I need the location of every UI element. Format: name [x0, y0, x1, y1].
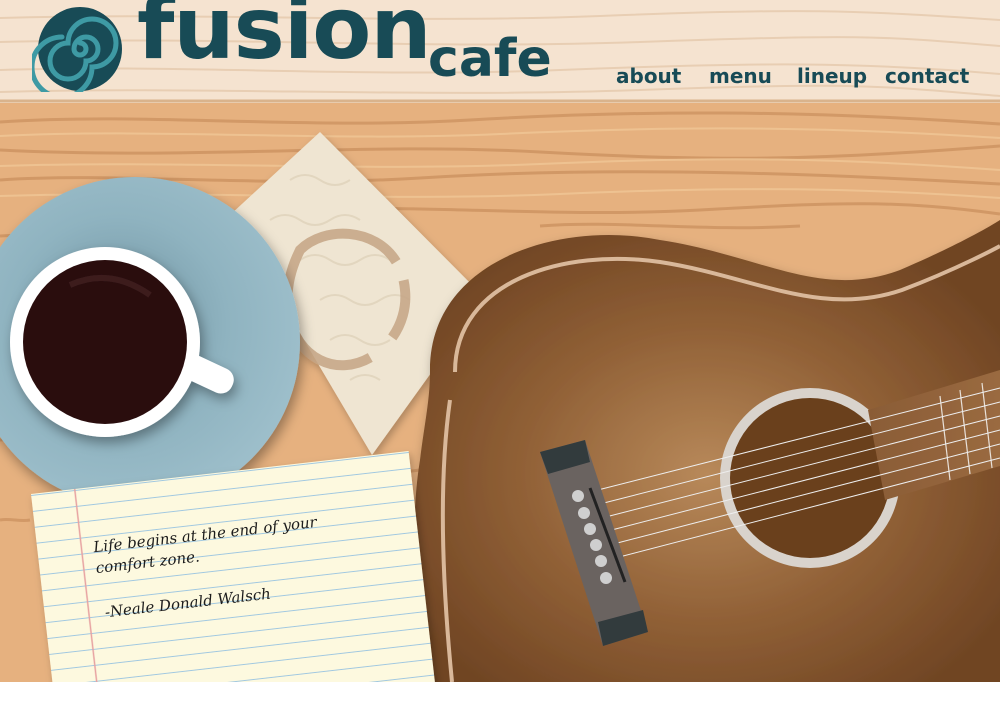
acoustic-guitar: [414, 220, 1000, 682]
quote-author: -Neale Donald Walsch: [103, 584, 272, 622]
nav-menu[interactable]: menu: [709, 64, 772, 88]
nav-contact[interactable]: contact: [885, 64, 969, 88]
site-header: fusion cafe about menu lineup contact: [0, 0, 1000, 103]
nav-about[interactable]: about: [616, 64, 681, 88]
nav-lineup[interactable]: lineup: [797, 64, 867, 88]
quote-text: Life begins at the end of your comfort z…: [92, 512, 318, 578]
quote-note: Life begins at the end of your comfort z…: [31, 451, 433, 713]
main-nav: about menu lineup contact: [0, 64, 1000, 94]
brand-name-main: fusion: [137, 0, 432, 79]
